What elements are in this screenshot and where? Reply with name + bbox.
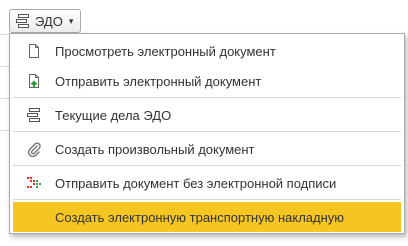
- edo-tasks-icon: [15, 13, 31, 29]
- menu-separator: [13, 97, 401, 98]
- edo-button-label: ЭДО: [35, 13, 63, 29]
- menu-separator: [13, 199, 401, 200]
- document-icon: [26, 43, 42, 59]
- menu-item-send-without-signature[interactable]: Отправить документ без электронной подпи…: [13, 168, 401, 198]
- edo-dropdown-button[interactable]: ЭДО ▾: [9, 9, 81, 33]
- menu-item-label: Создать электронную транспортную накладн…: [55, 210, 345, 225]
- menu-item-label: Текущие дела ЭДО: [55, 108, 172, 123]
- page: ЭДО ▾ Просмотреть электронный документ О…: [0, 0, 408, 246]
- send-document-icon: [26, 73, 42, 89]
- menu-item-create-electronic-waybill[interactable]: Создать электронную транспортную накладн…: [13, 202, 401, 232]
- edo-dropdown-menu: Просмотреть электронный документ Отправи…: [9, 33, 405, 234]
- menu-item-label: Отправить документ без электронной подпи…: [55, 176, 337, 191]
- chevron-down-icon: ▾: [68, 15, 74, 26]
- paperclip-icon: [26, 141, 42, 158]
- menu-item-current-edo-tasks[interactable]: Текущие дела ЭДО: [13, 100, 401, 130]
- menu-item-label: Просмотреть электронный документ: [55, 44, 276, 59]
- dotted-arrow-icon: [26, 175, 42, 191]
- menu-item-view-electronic-document[interactable]: Просмотреть электронный документ: [13, 36, 401, 66]
- menu-separator: [13, 131, 401, 132]
- menu-item-send-electronic-document[interactable]: Отправить электронный документ: [13, 66, 401, 96]
- menu-item-label: Создать произвольный документ: [55, 142, 255, 157]
- edo-tasks-icon: [26, 107, 42, 123]
- menu-item-create-arbitrary-document[interactable]: Создать произвольный документ: [13, 134, 401, 164]
- menu-item-label: Отправить электронный документ: [55, 74, 262, 89]
- menu-separator: [13, 165, 401, 166]
